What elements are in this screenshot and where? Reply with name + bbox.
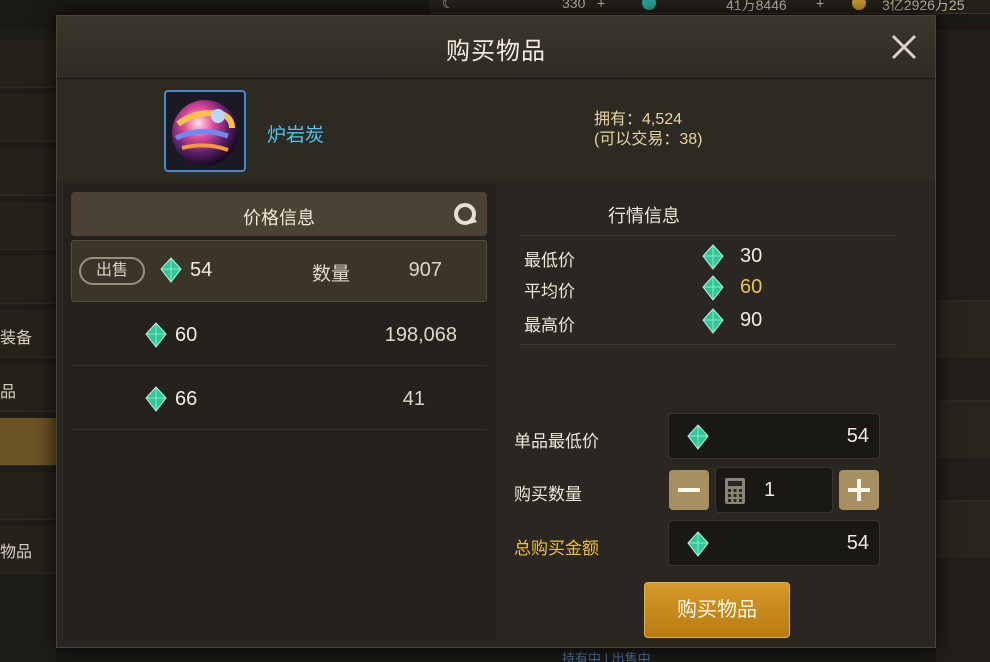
price-row[interactable]: 60 198,068 <box>71 304 487 366</box>
row-quantity: 907 <box>408 259 442 281</box>
decrease-quantity-button[interactable] <box>669 470 709 510</box>
gold-coin-icon <box>852 0 866 10</box>
moon-icon: ☾ <box>442 0 455 11</box>
price-row[interactable]: 出售 54 数量 907 <box>71 240 487 302</box>
sidebar-item[interactable] <box>0 40 56 88</box>
quantity-label: 数量 <box>312 264 351 285</box>
row-price: 54 <box>190 259 213 281</box>
background-row <box>936 500 990 558</box>
currency-1: 330 <box>562 0 586 11</box>
close-icon <box>891 34 917 60</box>
market-info-title: 行情信息 <box>608 206 680 226</box>
row-quantity: 41 <box>402 388 425 410</box>
avg-price-label: 平均价 <box>524 282 575 301</box>
row-quantity: 198,068 <box>384 324 457 346</box>
owned-info: 拥有：4,524 (可以交易：38) <box>594 110 702 150</box>
quantity-value: 1 <box>764 479 776 501</box>
currency-2: 41万8446 <box>726 0 787 13</box>
total-price-label: 总购买金额 <box>514 539 599 558</box>
minus-icon <box>678 488 700 492</box>
divider <box>520 235 896 236</box>
sidebar-item[interactable] <box>0 148 56 196</box>
add-icon[interactable]: + <box>597 0 605 11</box>
max-price-label: 最高价 <box>524 316 575 335</box>
tradable-count: (可以交易：38) <box>594 131 703 148</box>
sell-badge: 出售 <box>79 257 145 285</box>
modal-header: 购买物品 <box>57 16 935 79</box>
gem-icon <box>145 386 167 412</box>
sidebar-item[interactable] <box>0 472 56 520</box>
unit-min-price-value: 54 <box>846 425 869 447</box>
total-price-field: 54 <box>668 520 880 566</box>
sidebar-label: 品 <box>0 384 17 401</box>
increase-quantity-button[interactable] <box>839 470 879 510</box>
owned-count: 拥有：4,524 <box>594 111 683 128</box>
background-row <box>936 300 990 358</box>
min-price-label: 最低价 <box>524 251 575 270</box>
price-info-title: 价格信息 <box>243 208 315 228</box>
gem-icon <box>702 275 724 301</box>
unit-min-price-label: 单品最低价 <box>514 432 599 451</box>
row-price: 66 <box>175 388 198 410</box>
sidebar-label: 物品 <box>0 544 33 561</box>
gem-icon <box>687 424 709 450</box>
gem-icon <box>145 322 167 348</box>
refresh-icon <box>454 203 477 225</box>
min-price-value: 30 <box>740 245 763 267</box>
currency-3: 3亿2926万25 <box>882 0 965 13</box>
item-icon <box>164 90 246 172</box>
sidebar-item[interactable] <box>0 94 56 142</box>
sidebar-item[interactable] <box>0 202 56 250</box>
sidebar-item[interactable] <box>0 256 56 304</box>
lava-coal-orb-icon <box>172 100 238 166</box>
total-price-value: 54 <box>846 532 869 554</box>
item-summary: 炉岩炭 拥有：4,524 (可以交易：38) <box>57 80 935 180</box>
price-info-panel: 价格信息 出售 54 数量 907 60 198,068 66 41 <box>64 184 496 641</box>
divider <box>520 344 896 345</box>
holding-status-text: 持有中 | 出售中 <box>562 651 651 662</box>
sidebar-item-active[interactable] <box>0 418 56 466</box>
background-row <box>936 400 990 458</box>
item-name: 炉岩炭 <box>267 125 325 146</box>
modal-title: 购买物品 <box>446 38 546 65</box>
avg-price-value: 60 <box>740 276 763 298</box>
price-info-header: 价格信息 <box>71 192 487 236</box>
gem-icon <box>687 531 709 557</box>
unit-min-price-field[interactable]: 54 <box>668 413 880 459</box>
row-price: 60 <box>175 324 198 346</box>
gem-icon <box>702 244 724 270</box>
buy-quantity-label: 购买数量 <box>514 485 582 504</box>
sidebar-label: 装备 <box>0 330 33 347</box>
max-price-value: 90 <box>740 309 763 331</box>
price-row[interactable]: 66 41 <box>71 368 487 430</box>
add-icon[interactable]: + <box>816 0 824 11</box>
buy-item-button[interactable]: 购买物品 <box>644 582 790 638</box>
gem-icon <box>642 0 656 10</box>
quantity-input[interactable]: 1 <box>715 467 833 513</box>
refresh-button[interactable] <box>451 200 479 228</box>
close-button[interactable] <box>889 32 919 62</box>
plus-icon <box>848 479 870 501</box>
gem-icon <box>702 308 724 334</box>
currency-bar: ☾ 330 + 41万8446 + 3亿2926万25 <box>430 0 990 14</box>
calculator-icon[interactable] <box>724 477 746 505</box>
gem-icon <box>160 257 182 283</box>
